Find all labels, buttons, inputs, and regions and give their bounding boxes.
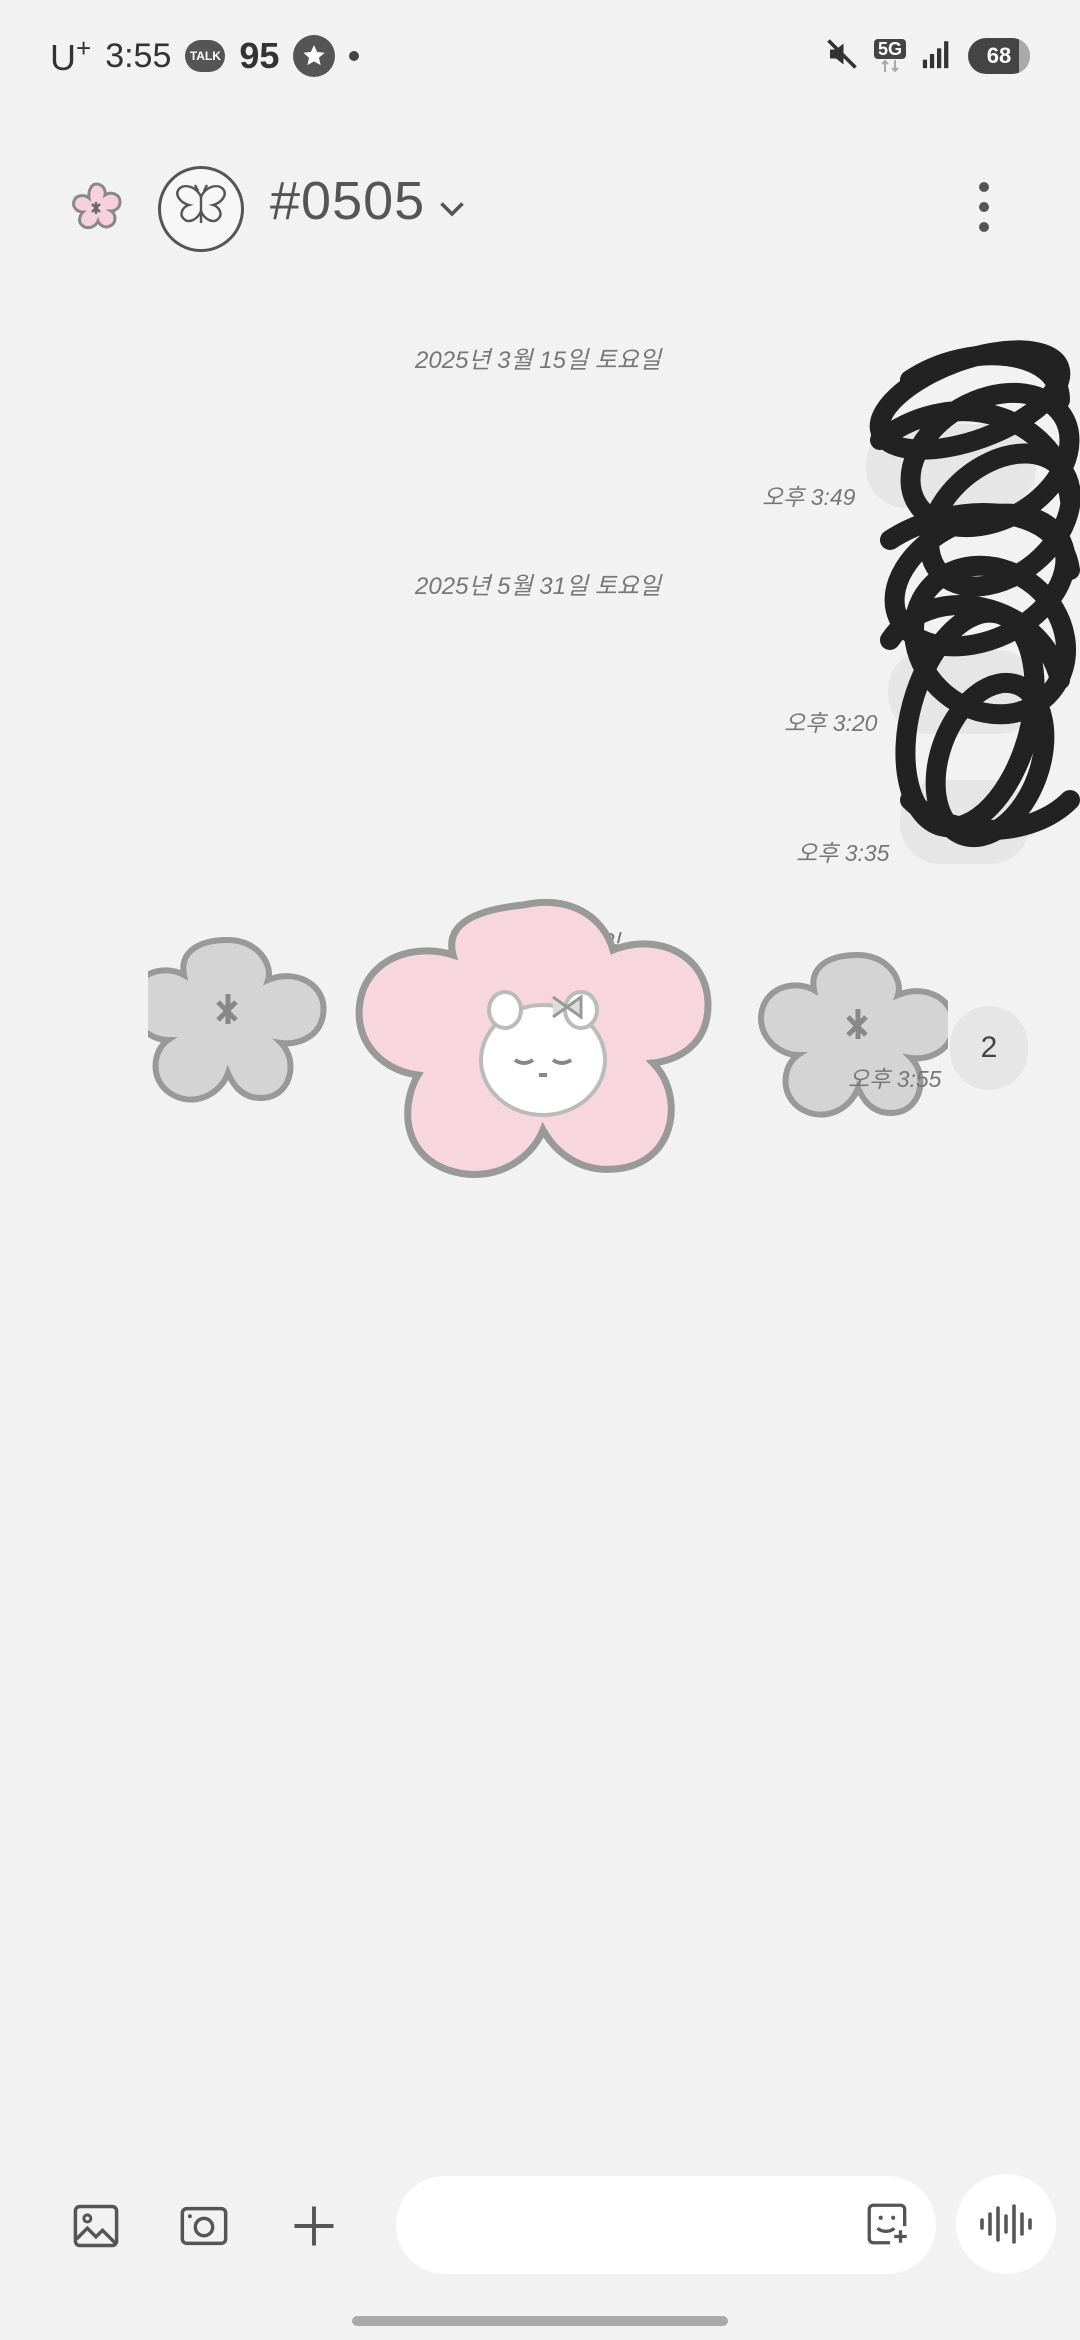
plus-icon[interactable]: [284, 2196, 344, 2256]
date-separator: 2025년 5월 31일 토요일: [415, 573, 661, 600]
image-icon[interactable]: [66, 2196, 126, 2256]
voice-wave-icon[interactable]: [956, 2174, 1056, 2274]
signal-icon: [920, 37, 954, 76]
date-separator: 2025년 3월 15일 토요일: [415, 347, 661, 374]
message-bubble[interactable]: 2: [950, 1006, 1028, 1090]
carrier-label: U+: [50, 33, 92, 78]
sticker-message[interactable]: [128, 890, 957, 1235]
flower-icon[interactable]: [66, 180, 126, 243]
network-5g-icon: 5G: [873, 39, 906, 73]
mute-icon: [824, 36, 860, 77]
message-input[interactable]: [396, 2176, 936, 2274]
scribble-overlay: [850, 340, 1080, 865]
battery-icon: 68: [968, 38, 1030, 74]
status-bar-left: U+ 3:55 TALK 95: [50, 28, 360, 84]
camera-icon[interactable]: [174, 2196, 234, 2256]
star-icon: [293, 35, 336, 77]
kakaotalk-icon: TALK: [185, 40, 226, 72]
notification-count: 95: [239, 35, 280, 76]
chat-title[interactable]: #0505: [270, 170, 425, 232]
message-time: 오후 3:55: [848, 1066, 942, 1092]
chevron-down-icon[interactable]: [434, 190, 470, 231]
more-vertical-icon[interactable]: [968, 182, 1000, 232]
butterfly-icon: [171, 179, 231, 240]
profile-avatar[interactable]: [158, 166, 244, 252]
emoticon-icon[interactable]: [858, 2194, 918, 2254]
status-bar-right: 5G 68: [824, 32, 1030, 80]
status-time: 3:55: [105, 36, 172, 75]
home-indicator[interactable]: [352, 2316, 728, 2326]
notification-dot: [349, 51, 360, 61]
message-time: 오후 3:49: [762, 484, 856, 510]
